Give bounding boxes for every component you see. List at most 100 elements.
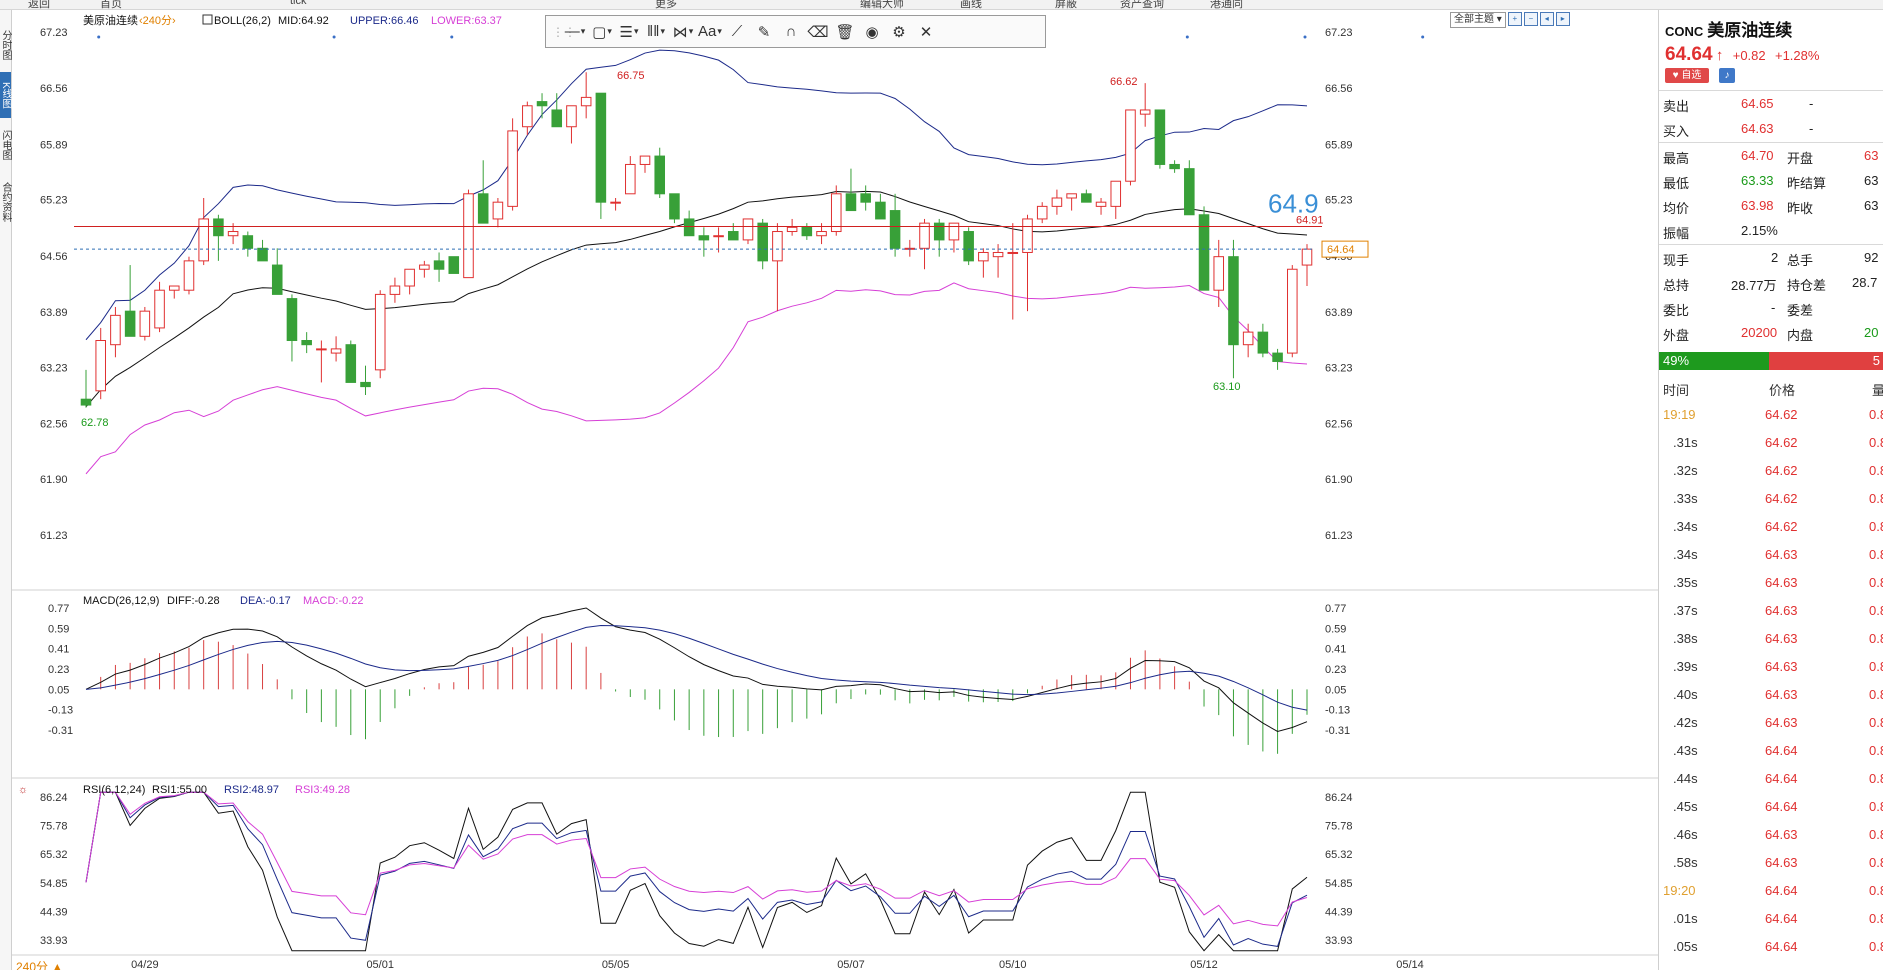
rect-tool-icon[interactable]: ▢ ▾: [590, 20, 614, 44]
eraser-icon[interactable]: ⌫: [806, 20, 830, 44]
x-tick-label: 05/14: [1396, 959, 1424, 970]
tab-kline[interactable]: K线图: [0, 72, 11, 118]
chart-period-label: ‹240分›: [139, 14, 176, 27]
tick-time: .34s: [1673, 519, 1698, 534]
tick-price: 64.62: [1765, 491, 1798, 506]
candle-body: [286, 298, 298, 342]
tick-volume: 0.8: [1869, 603, 1883, 618]
candle-body: [95, 340, 106, 392]
kline-chart[interactable]: 67.23 66.56 65.89 65.23 64.56 63.89 63.23 62.56…: [12, 10, 1658, 970]
fib-tool-icon[interactable]: ☰ ▾: [617, 20, 641, 44]
quote-change-pct: +1.28%: [1774, 48, 1820, 63]
candle-body: [992, 251, 1004, 258]
left-tab-strip: 分时图 K线图 闪电图 合约资料: [0, 10, 12, 970]
candle-body: [978, 251, 989, 262]
bell-icon[interactable]: ♪: [1719, 68, 1735, 83]
scroll-right-icon[interactable]: ▸: [1555, 12, 1570, 26]
tab-contract-info[interactable]: 合约资料: [0, 172, 11, 232]
trash-icon[interactable]: 🗑: [833, 20, 857, 44]
tick-time: .42s: [1673, 715, 1698, 730]
rsi-title: RSI(6,12,24): [83, 784, 145, 796]
candle-body: [419, 264, 430, 270]
tick-price: 64.64: [1765, 883, 1798, 898]
y-tick-label: 66.56: [1325, 83, 1353, 95]
y-tick-label: -0.13: [1325, 705, 1350, 717]
y-tick-label: 0.59: [1325, 623, 1346, 635]
tick-time: .32s: [1673, 463, 1698, 478]
asset-button[interactable]: 资产查询: [1120, 0, 1164, 9]
y-tick-label: 65.89: [1325, 139, 1353, 151]
channel-tool-icon[interactable]: ‖‖ ▾: [644, 20, 668, 44]
y-tick-label: 0.05: [48, 684, 69, 696]
tick-time: .46s: [1673, 827, 1698, 842]
candle-body: [404, 268, 415, 287]
candle-body: [271, 264, 283, 295]
toolbar-grip-icon[interactable]: ⋮⋮: [552, 25, 576, 39]
hide-button[interactable]: 屏蔽: [1055, 0, 1077, 9]
candle-body: [727, 231, 739, 241]
zoom-in-icon[interactable]: +: [1507, 12, 1522, 26]
candle-body: [316, 348, 327, 351]
back-button[interactable]: 返回: [28, 0, 50, 9]
magnet-icon[interactable]: ∩: [779, 20, 803, 44]
connect-button[interactable]: 港通同: [1210, 0, 1243, 9]
pen-icon[interactable]: ✎: [752, 20, 776, 44]
high-annotation: 66.75: [617, 70, 645, 82]
theme-select[interactable]: 全部主题 ▾: [1450, 12, 1506, 28]
tick-price: 64.63: [1765, 659, 1798, 674]
y-tick-label: 63.23: [40, 362, 68, 374]
quote-title: CONC 美原油连续: [1665, 16, 1792, 41]
ratio-green: 49%: [1659, 352, 1770, 370]
y-tick-label: 44.39: [1325, 906, 1353, 918]
rsi2-value: RSI2:48.97: [224, 784, 279, 796]
tick-volume: 0.8: [1869, 687, 1883, 702]
y-tick-label: 65.32: [1325, 849, 1353, 861]
ratio-row: 委比 - 委差: [1663, 300, 1814, 318]
y-tick-label: 61.90: [40, 474, 68, 486]
ruler-icon[interactable]: ⟋: [725, 20, 749, 44]
text-tool-icon[interactable]: Aa ▾: [698, 20, 722, 44]
rsi-settings-icon[interactable]: ☼: [18, 784, 28, 796]
y-tick-label: 0.77: [1325, 603, 1346, 615]
y-tick-label: 0.41: [48, 644, 69, 656]
candle-body: [860, 193, 871, 203]
tick-time: .31s: [1673, 435, 1698, 450]
more-button[interactable]: 更多: [655, 0, 677, 9]
tick-price: 64.64: [1765, 911, 1798, 926]
gear-icon[interactable]: ⚙: [887, 20, 911, 44]
candle-body: [845, 193, 857, 212]
quote-price-row: 64.64 ↑ +0.82 +1.28%: [1665, 44, 1819, 66]
candle-body: [389, 285, 401, 295]
scroll-left-icon[interactable]: ◂: [1539, 12, 1554, 26]
tick-volume: 0.8: [1869, 519, 1883, 534]
draw-button[interactable]: 画线: [960, 0, 982, 9]
y-tick-label: 61.90: [1325, 474, 1353, 486]
y-tick-label: 67.23: [1325, 27, 1353, 39]
tick-button[interactable]: tick: [290, 0, 307, 7]
y-tick-label: -0.13: [48, 705, 73, 717]
period-selector[interactable]: 240分 ▲: [16, 958, 63, 970]
editor-button[interactable]: 编辑大师: [860, 0, 904, 9]
tab-flash[interactable]: 闪电图: [0, 122, 11, 168]
tick-volume: 0.8: [1869, 743, 1883, 758]
y-tick-label: 54.85: [1325, 878, 1353, 890]
candle-body: [477, 193, 489, 224]
pattern-tool-icon[interactable]: ⋈ ▾: [671, 20, 695, 44]
candle-body: [889, 210, 901, 249]
tab-timeshare[interactable]: 分时图: [0, 22, 11, 68]
candle-body: [1036, 205, 1048, 220]
line-tool-icon[interactable]: — ▾: [563, 20, 587, 44]
tick-volume: 0.8: [1869, 855, 1883, 870]
close-icon[interactable]: ✕: [914, 20, 938, 44]
candle-body: [683, 218, 695, 237]
add-watchlist-button[interactable]: ♥ 自选: [1665, 68, 1709, 83]
boll-upper-value: UPPER:66.46: [350, 15, 418, 27]
tick-row: .44s 64.64 0.8: [1659, 765, 1883, 793]
tick-row: .38s 64.63 0.8: [1659, 625, 1883, 653]
tick-row: .43s 64.64 0.8: [1659, 737, 1883, 765]
mid-value-label: 64.91: [1296, 214, 1324, 226]
home-button[interactable]: 首页: [100, 0, 122, 9]
candle-body: [183, 260, 195, 291]
eye-icon[interactable]: ◉: [860, 20, 884, 44]
zoom-out-icon[interactable]: −: [1523, 12, 1538, 26]
